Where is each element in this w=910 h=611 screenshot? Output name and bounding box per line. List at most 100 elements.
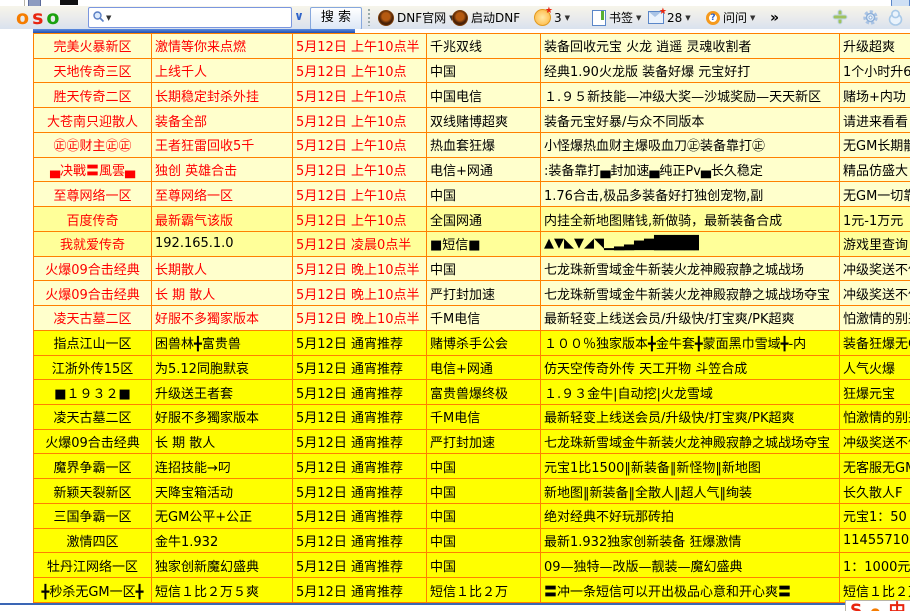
server-notes: 无GM长期散人 [840,132,910,157]
server-name[interactable]: ■１９３２■ [34,380,152,405]
server-name[interactable]: 三国争霸一区 [34,503,152,528]
table-row: 火爆09合击经典长期散人5月12日 晚上10点半中国七龙珠新雪域金牛新装火龙神殿… [34,256,910,281]
open-time: 5月12日 通宵推荐 [293,503,427,528]
bookmarks-menu[interactable]: 书签 ▼ [592,6,641,29]
dnf-launch-button[interactable]: 启动DNF [452,6,520,29]
server-desc: 长期散人 [152,256,293,281]
table-row: ■１９３２■升级送王者套5月12日 通宵推荐富贵兽爆终极１.９３金牛|自动挖|火… [34,380,910,405]
open-time: 5月12日 凌晨0点半 [293,231,427,256]
server-notes: 无GM一切靠打 [840,182,910,207]
server-name[interactable]: 激情四区 [34,528,152,553]
server-notes: 人气火爆 [840,355,910,380]
chevron-down-icon[interactable]: ▼ [565,14,570,22]
server-name[interactable]: 天地传奇三区 [34,58,152,83]
chevron-down-icon[interactable]: ▼ [685,14,690,22]
server-notes: 怕激情的别来 [840,306,910,331]
search-button[interactable]: 搜 索 [310,7,362,30]
mail-icon: ★ [648,11,664,24]
bookmark-icon [592,10,606,26]
table-row: 我就爱传奇192.165.1.05月12日 凌晨0点半■短信■▲▼◣▼◢◥▁▂▃… [34,231,910,256]
toolbar-search-box[interactable]: ▼ [88,7,292,28]
server-name[interactable]: ╋秒杀无GM一区╋ [34,578,152,603]
server-name[interactable]: 江浙外传15区 [34,355,152,380]
server-name[interactable]: 凌天古墓二区 [34,405,152,430]
add-plus-icon[interactable] [832,9,848,29]
logo-letter: o [16,7,29,29]
server-notes: 1元-1万元 [840,207,910,232]
server-name[interactable]: 牡丹江网络一区 [34,553,152,578]
chevron-down-icon[interactable]: ▼ [750,14,755,22]
open-time: 5月12日 通宵推荐 [293,405,427,430]
server-desc: 192.165.1.0 [152,231,293,256]
toolbar-overflow-button[interactable]: » [770,6,779,29]
server-desc: 好服不多獨家版本 [152,306,293,331]
server-desc: 无GM公平+公正 [152,503,293,528]
server-features: :装备靠打▄封加速▄纯正Pv▄长久稳定 [541,157,840,182]
server-name[interactable]: 指点江山一区 [34,330,152,355]
qq-penguin-icon[interactable] [887,9,904,30]
server-features: １.９５新技能—冲级大奖—沙城奖励—天天新区 [541,83,840,108]
server-name[interactable]: 凌天古墓二区 [34,306,152,331]
server-desc: 至尊网络一区 [152,182,293,207]
line-info: 千M电信 [427,306,541,331]
open-time: 5月12日 通宵推荐 [293,528,427,553]
table-row: 凌天古墓二区好服不多獨家版本5月12日 通宵推荐千M电信最新轻变上线送会员/升级… [34,405,910,430]
server-name[interactable]: 火爆09合击经典 [34,256,152,281]
mail-menu[interactable]: ★ 28 ▼ [648,6,691,29]
wenwen-label: 问问 [723,9,747,26]
line-info: 富贵兽爆终极 [427,380,541,405]
open-time: 5月12日 上午10点半 [293,34,427,59]
line-info: 中国 [427,454,541,479]
server-notes: 长久散人F [840,479,910,504]
line-info: 严打封加速 [427,281,541,306]
logo-letter: o [46,7,59,29]
table-row: ▄决戰〓風雲▄独创 英雄合击5月12日 上午10点电信+网通:装备靠打▄封加速▄… [34,157,910,182]
server-notes: 狂爆元宝 [840,380,910,405]
search-input[interactable] [111,9,291,26]
server-notes: 冲级奖送不停 [840,281,910,306]
server-name[interactable]: ㊣㊣财主㊣㊣ [34,132,152,157]
server-notes: 精品仿盛大 [840,157,910,182]
toolbar-separator [368,9,370,26]
line-info: 中国 [427,182,541,207]
server-name[interactable]: 百度传奇 [34,207,152,232]
server-name[interactable]: 大苍南只迎散人 [34,108,152,133]
server-notes: 1：1000元宝 [840,553,910,578]
server-notes: 装备狂爆无GM [840,330,910,355]
soso-toolbar: oso ▼ ∨ 搜 索 DNF官网 ▼ 启动DNF ★ 3 ▼ 书签 ▼ ★ 2… [0,6,910,30]
line-info: 千兆双线 [427,34,541,59]
server-notes: 赌场+内功 [840,83,910,108]
open-time: 5月12日 晚上10点半 [293,281,427,306]
open-time: 5月12日 通宵推荐 [293,479,427,504]
server-features: 最新轻变上线送会员/升级快/打宝爽/PK超爽 [541,306,840,331]
server-notes: 1个小时升60 [840,58,910,83]
table-row: 至尊网络一区至尊网络一区5月12日 上午10点中国1.76合击,极品多装备好打独… [34,182,910,207]
server-notes: 怕激情的别来 [840,405,910,430]
server-name[interactable]: 新颖天裂新区 [34,479,152,504]
server-name[interactable]: 火爆09合击经典 [34,281,152,306]
server-name[interactable]: 胜天传奇二区 [34,83,152,108]
server-notes: 请进来看看 [840,108,910,133]
server-name[interactable]: 魔界争霸一区 [34,454,152,479]
chevron-down-icon[interactable]: ▼ [636,14,641,22]
search-icon [92,8,105,27]
server-table-body: 完美火暴新区激情等你来点燃5月12日 上午10点半千兆双线装备回收元宝 火龙 逍… [34,34,910,603]
server-name[interactable]: 我就爱传奇 [34,231,152,256]
table-row: 指点江山一区困兽林╋富贵兽5月12日 通宵推荐赌博杀手公会１００％独家版本╋金牛… [34,330,910,355]
server-name[interactable]: ▄决戰〓風雲▄ [34,157,152,182]
server-name[interactable]: 完美火暴新区 [34,34,152,59]
server-desc: 困兽林╋富贵兽 [152,330,293,355]
search-history-chevron-icon[interactable]: ∨ [291,9,307,25]
server-name[interactable]: 火爆09合击经典 [34,429,152,454]
server-features: 绝对经典不好玩那砖拍 [541,503,840,528]
open-time: 5月12日 通宵推荐 [293,578,427,603]
wenwen-menu[interactable]: ? 问问 ▼ [706,6,755,29]
server-features: 〓冲一条短信可以开出极品心意和开心爽〓 [541,578,840,603]
dnf-site-menu[interactable]: DNF官网 ▼ [378,6,455,29]
badge-menu[interactable]: ★ 3 ▼ [534,6,570,29]
gear-icon[interactable] [862,9,879,30]
server-name[interactable]: 至尊网络一区 [34,182,152,207]
dnf-icon [378,10,394,26]
table-row: 魔界争霸一区连招技能→叼5月12日 通宵推荐中国元宝1比1500‖新装备‖新怪物… [34,454,910,479]
server-notes: 元宝1：50 [840,503,910,528]
